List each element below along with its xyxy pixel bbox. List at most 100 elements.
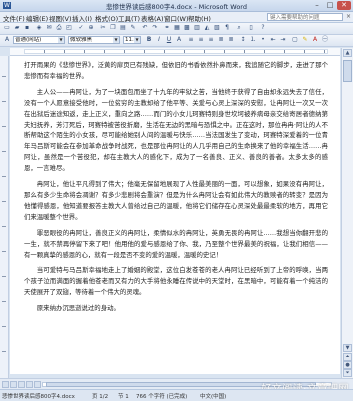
vertical-scrollbar[interactable]: ▲ ▼ ⏶ ● ⏷: [341, 48, 353, 378]
style-select[interactable]: 普通(网站) ▼: [13, 36, 65, 44]
ruler-tick: [2, 151, 6, 152]
chevron-down-icon[interactable]: ▼: [58, 37, 64, 43]
permission-icon[interactable]: ◈: [35, 24, 43, 32]
paragraph-5: 当可爱特与马吕斯幸福地走上了婚姻的殿堂，这位白发苍苍的老人冉阿让已经听到了上帝的…: [24, 266, 328, 297]
document-map-icon[interactable]: ▧: [213, 24, 221, 32]
ruler-tick: [284, 50, 285, 53]
styles-pane-icon[interactable]: A: [3, 36, 11, 44]
ruler-tick: [204, 50, 205, 53]
increase-indent-icon[interactable]: ⇥: [279, 36, 287, 44]
show-formatting-icon[interactable]: ¶: [223, 24, 231, 32]
ruler-tick: [2, 326, 6, 327]
undo-icon[interactable]: ↶: [141, 24, 149, 32]
bold-icon[interactable]: B: [145, 36, 153, 44]
ruler-tick: [184, 50, 185, 53]
paragraph-1: 打开雨果的《悲惨世界》，泛黄的扉页已有残缺，但依旧的书香依然扑鼻而来，我追随它的…: [24, 61, 328, 80]
document-page[interactable]: 打开雨果的《悲惨世界》，泛黄的扉页已有残缺，但依旧的书香依然扑鼻而来，我追随它的…: [10, 56, 340, 374]
document-close-icon[interactable]: ×: [346, 13, 351, 20]
help-icon[interactable]: ?: [259, 24, 267, 32]
chevron-down-icon[interactable]: ▼: [113, 37, 119, 43]
scroll-up-icon[interactable]: ▲: [343, 49, 352, 57]
read-mode-icon[interactable]: ▯: [247, 24, 255, 32]
save-icon[interactable]: ▪: [23, 24, 31, 32]
font-size-select[interactable]: 11.5 ▼: [123, 36, 141, 44]
line-spacing-icon[interactable]: ↕: [239, 36, 247, 44]
status-language: 中文(中国): [200, 394, 227, 400]
redo-icon[interactable]: ↷: [151, 24, 159, 32]
hyperlink-icon[interactable]: ⚭: [163, 24, 171, 32]
excel-table-icon[interactable]: ▩: [183, 24, 191, 32]
outline-view-icon[interactable]: [26, 381, 33, 388]
scroll-thumb[interactable]: [343, 60, 352, 82]
font-color-icon[interactable]: A: [311, 36, 319, 44]
copy-icon[interactable]: ❐: [109, 24, 117, 32]
ruler-tick: [124, 50, 125, 53]
border-icon[interactable]: ▢: [291, 36, 299, 44]
underline-icon[interactable]: U: [165, 36, 173, 44]
print-icon[interactable]: ⎙: [55, 24, 63, 32]
highlight-icon[interactable]: ✎: [301, 36, 309, 44]
paste-icon[interactable]: ▤: [119, 24, 127, 32]
ruler-tick: [144, 50, 145, 53]
email-icon[interactable]: ✉: [45, 24, 53, 32]
distributed-icon[interactable]: ≣: [227, 36, 235, 44]
menu-edit[interactable]: 编辑(E): [26, 13, 48, 23]
menu-bar: 文件(F) 编辑(E) 视图(V) 插入(I) 格式(O) 工具(T) 表格(A…: [0, 12, 353, 23]
ruler-tick: [104, 50, 105, 53]
maximize-button[interactable]: □: [324, 1, 336, 10]
drawing-icon[interactable]: ◭: [203, 24, 211, 32]
previous-page-icon[interactable]: ⏶: [343, 353, 352, 361]
font-select[interactable]: 微软雅黑 ▼: [68, 36, 120, 44]
paragraph-2: 主人公——冉阿让，为了一块面包而坐了十九年的牢狱之苦，当他终于获得了自由却永远失…: [24, 87, 328, 173]
reading-layout-icon[interactable]: [34, 381, 41, 388]
new-document-icon[interactable]: ▭: [3, 24, 11, 32]
normal-view-icon[interactable]: [2, 381, 9, 388]
table-icon[interactable]: ▦: [173, 24, 181, 32]
bullets-icon[interactable]: •: [259, 36, 267, 44]
char-border-icon[interactable]: A: [175, 36, 183, 44]
zoom-icon[interactable]: ⌕: [235, 24, 243, 32]
next-page-icon[interactable]: ⏷: [343, 369, 352, 377]
research-icon[interactable]: ⊕: [87, 24, 95, 32]
menu-help[interactable]: 帮助(H): [188, 13, 211, 23]
format-painter-icon[interactable]: ✎: [129, 24, 137, 32]
open-folder-icon[interactable]: ▰: [13, 24, 21, 32]
minimize-button[interactable]: –: [311, 1, 323, 10]
vertical-ruler[interactable]: [0, 56, 9, 378]
enclose-char-icon[interactable]: ㊀: [321, 36, 329, 44]
menu-tools[interactable]: 工具(T): [118, 13, 140, 23]
chevron-down-icon[interactable]: ▼: [134, 37, 140, 43]
menu-insert[interactable]: 插入(I): [72, 13, 92, 23]
numbering-icon[interactable]: ⒈: [249, 36, 257, 44]
menu-format[interactable]: 格式(O): [95, 13, 118, 23]
formatting-toolbar: A 普通(网站) ▼ 微软雅黑 ▼ 11.5 ▼ B I U A ≡ ≡ ≡ ≣…: [0, 35, 353, 47]
scroll-down-icon[interactable]: ▼: [343, 344, 352, 352]
align-right-icon[interactable]: ≡: [207, 36, 215, 44]
columns-icon[interactable]: ▥: [193, 24, 201, 32]
italic-icon[interactable]: I: [155, 36, 163, 44]
print-preview-icon[interactable]: ◰: [65, 24, 73, 32]
horizontal-ruler[interactable]: [10, 48, 340, 56]
ruler-tick: [2, 301, 6, 302]
align-center-icon[interactable]: ≡: [197, 36, 205, 44]
decrease-indent-icon[interactable]: ⇤: [269, 36, 277, 44]
spelling-icon[interactable]: ✓: [77, 24, 85, 32]
ruler-tick: [324, 50, 325, 53]
align-left-icon[interactable]: ≡: [187, 36, 195, 44]
window-title: 悲惨世界读后感800字4.docx - Microsoft Word: [106, 3, 247, 11]
menu-view[interactable]: 视图(V): [49, 13, 72, 23]
ruler-tick: [2, 201, 6, 202]
document-body[interactable]: 打开雨果的《悲惨世界》，泛黄的扉页已有残缺，但依旧的书香依然扑鼻而来，我追随它的…: [24, 60, 328, 314]
web-layout-icon[interactable]: [10, 381, 17, 388]
standard-toolbar: ▭ ▰ ▪ ◈ ✉ ⎙ ◰ ✓ ⊕ ✂ ❐ ▤ ✎ ↶ ↷ ⚭ ▦ ▩ ▥ ◭ …: [0, 23, 353, 35]
menu-table[interactable]: 表格(A): [141, 13, 164, 23]
print-layout-icon[interactable]: [18, 381, 25, 388]
justify-icon[interactable]: ≣: [217, 36, 225, 44]
browse-object-icon[interactable]: ●: [343, 361, 352, 369]
ruler-tick: [2, 101, 6, 102]
help-search-input[interactable]: 键入需要帮助的问题: [267, 13, 343, 21]
close-button[interactable]: ✕: [337, 1, 351, 10]
menu-file[interactable]: 文件(F): [3, 13, 25, 23]
cut-icon[interactable]: ✂: [99, 24, 107, 32]
menu-window[interactable]: 窗口(W): [164, 13, 189, 23]
